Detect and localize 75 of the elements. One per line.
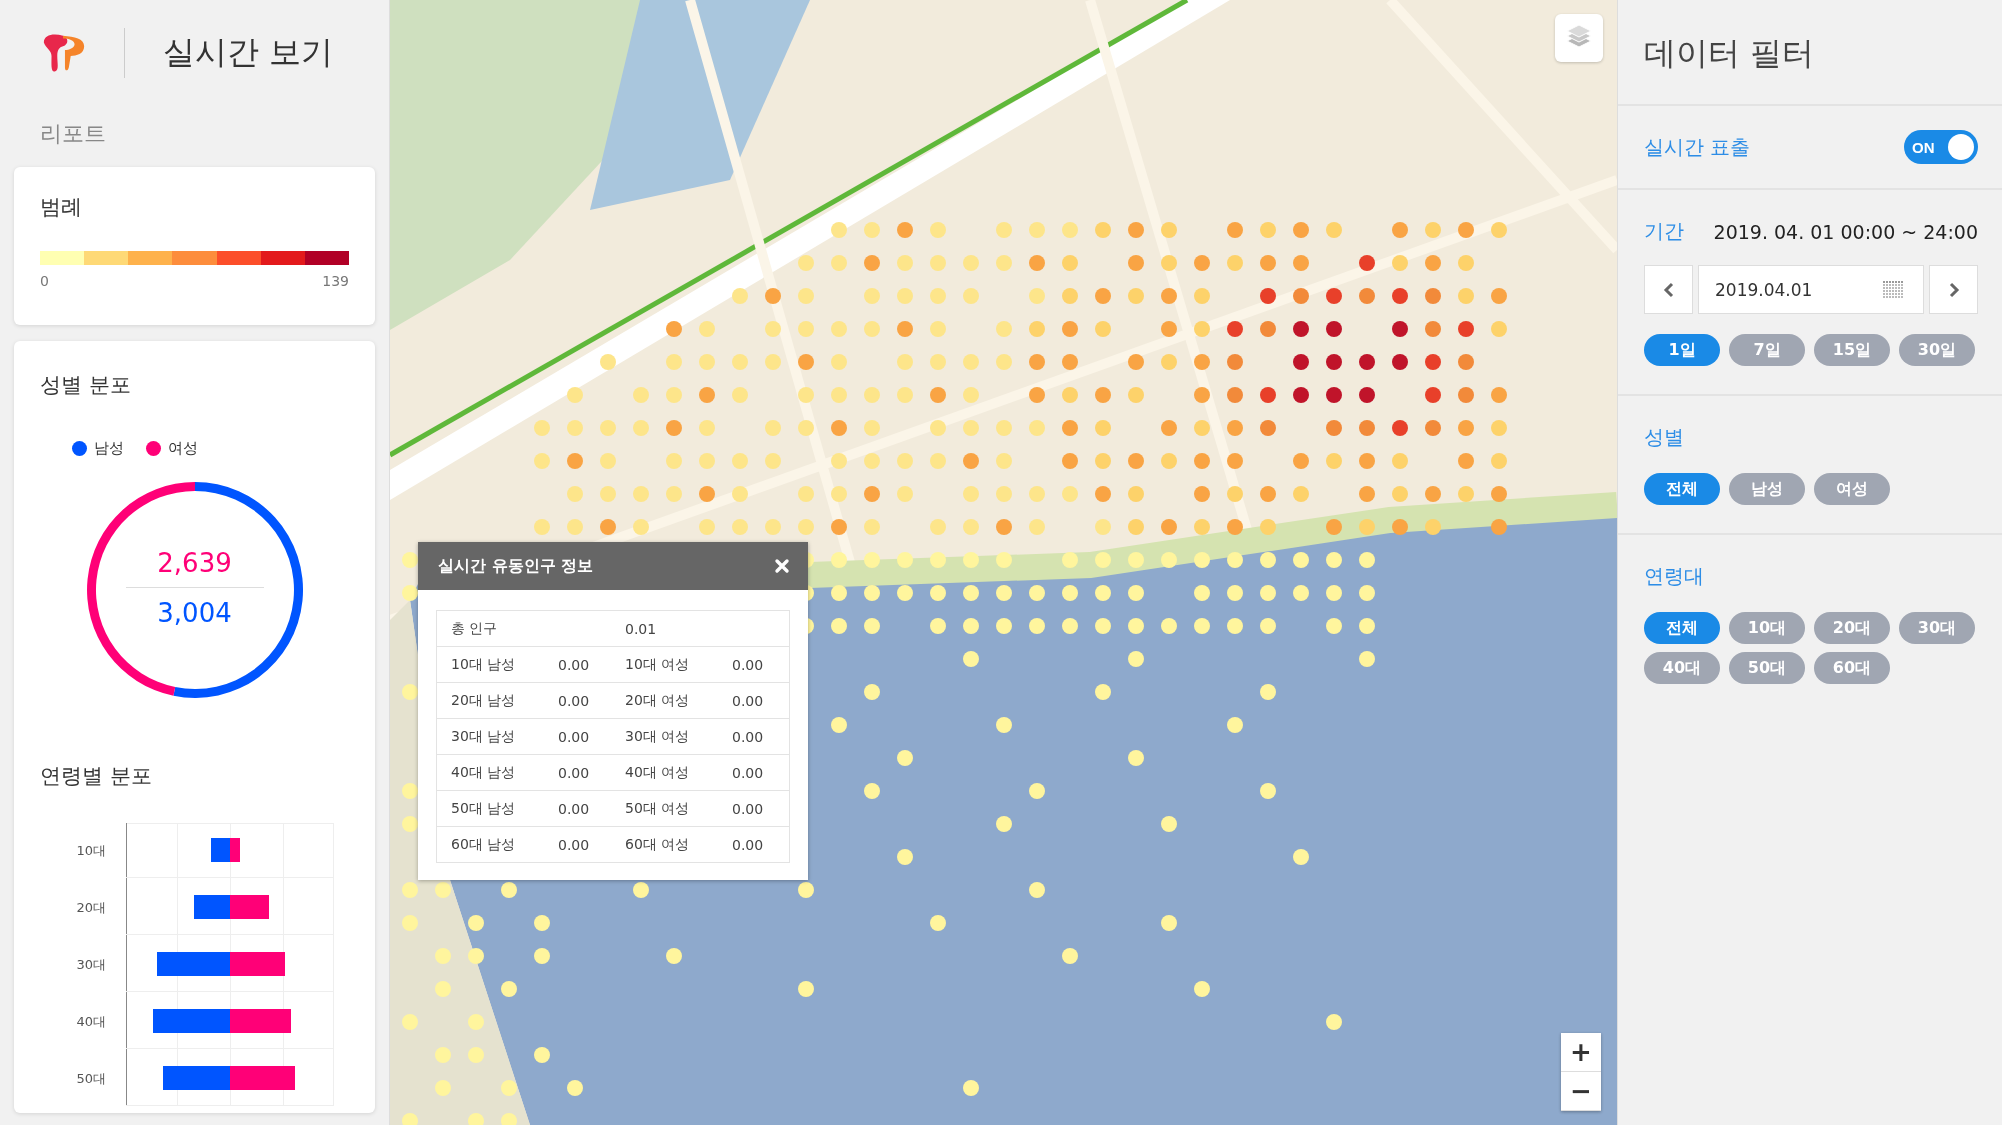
table-cell-text: 50대 남성 (451, 799, 517, 818)
filter-label: 성별 (1644, 424, 1685, 451)
previous-button[interactable] (1644, 265, 1693, 314)
filter-chip[interactable]: 40대 (1644, 652, 1720, 684)
date-range-text: 2019. 04. 01 00:00 ~ 24:00 (1713, 220, 1978, 243)
chevron-left-icon (1662, 281, 1675, 298)
card-title: 범례 (40, 194, 83, 221)
chevron-right-icon (1947, 281, 1960, 298)
table-cell-text: 0.00 (558, 764, 591, 781)
filter-label: 실시간 표출 (1644, 133, 1751, 161)
next-button[interactable] (1929, 265, 1978, 314)
layers-button[interactable] (1555, 14, 1603, 62)
table-cell-text: 10대 여성 (625, 655, 691, 674)
filter-label: 기간 (1644, 218, 1684, 245)
axis-label: 50대 (75, 1069, 107, 1088)
card-title: 연령별 분포 (40, 763, 153, 790)
table-cell-text: 0.00 (732, 836, 765, 853)
table-cell-text: 0.00 (732, 656, 765, 673)
filter-chip[interactable]: 전체 (1644, 612, 1720, 644)
close-button[interactable] (772, 556, 792, 576)
popup-title: 실시간 유동인구 정보 (438, 555, 594, 577)
filter-chip[interactable]: 30대 (1899, 612, 1975, 644)
filter-chip[interactable]: 30일 (1899, 334, 1975, 366)
zoom-in-button[interactable]: + (1561, 1033, 1601, 1072)
filter-chip[interactable]: 남성 (1729, 473, 1805, 505)
date-field[interactable]: 2019.04.01 (1698, 265, 1924, 314)
page-title: 실시간 보기 (163, 31, 334, 73)
filter-chip[interactable]: 20대 (1814, 612, 1890, 644)
table-cell-text: 0.00 (558, 656, 591, 673)
legend-label: 남성 (94, 439, 124, 458)
table-cell-text: 0.00 (732, 800, 765, 817)
table-cell-text: 60대 남성 (451, 835, 517, 854)
table-cell-text: 30대 여성 (625, 727, 691, 746)
table-cell-text: 0.00 (732, 728, 765, 745)
scale-min-label: 0 (40, 273, 49, 289)
table-cell-text: 0.00 (558, 692, 591, 709)
section-heading: 리포트 (39, 120, 107, 148)
axis-label: 20대 (75, 898, 107, 917)
table-cell-text: 0.00 (732, 764, 765, 781)
axis-label: 40대 (75, 1012, 107, 1031)
toggle-switch[interactable]: ON (1904, 130, 1978, 164)
scale-max-label: 139 (322, 273, 349, 289)
card-title: 성별 분포 (40, 372, 132, 399)
zoom-out-button[interactable]: − (1561, 1072, 1601, 1111)
table-cell-text: 0.01 (625, 620, 658, 637)
table-cell-text: 0.00 (558, 800, 591, 817)
axis-label: 30대 (75, 955, 107, 974)
table-cell-text: 40대 여성 (625, 763, 691, 782)
table-cell-text: 60대 여성 (625, 835, 691, 854)
filter-chip[interactable]: 전체 (1644, 473, 1720, 505)
filter-chip[interactable]: 10대 (1729, 612, 1805, 644)
table-cell-text: 0.00 (732, 692, 765, 709)
calendar-icon (1883, 280, 1903, 299)
table-cell-text: 0.00 (558, 836, 591, 853)
filter-chip[interactable]: 50대 (1729, 652, 1805, 684)
close-icon (774, 558, 790, 574)
table-cell-text: 50대 여성 (625, 799, 691, 818)
count-label: 3,004 (157, 597, 232, 630)
table-cell-text: 20대 여성 (625, 691, 691, 710)
filter-chip[interactable]: 60대 (1814, 652, 1890, 684)
table-cell-text: 40대 남성 (451, 763, 517, 782)
table-cell-text: 0.00 (558, 728, 591, 745)
filter-chip[interactable]: 여성 (1814, 473, 1890, 505)
count-label: 2,639 (157, 547, 232, 580)
filter-chip[interactable]: 15일 (1814, 334, 1890, 366)
table-cell-text: 30대 남성 (451, 727, 517, 746)
legend-label: 여성 (168, 439, 198, 458)
filter-chip[interactable]: 1일 (1644, 334, 1720, 366)
panel-title: 데이터 필터 (1644, 33, 1816, 74)
filter-chip[interactable]: 7일 (1729, 334, 1805, 366)
table-cell-text: 10대 남성 (451, 655, 517, 674)
table-cell-text: 20대 남성 (451, 691, 517, 710)
axis-label: 10대 (75, 841, 107, 860)
table-cell-text: 총 인구 (451, 619, 499, 638)
filter-label: 연령대 (1644, 563, 1705, 590)
